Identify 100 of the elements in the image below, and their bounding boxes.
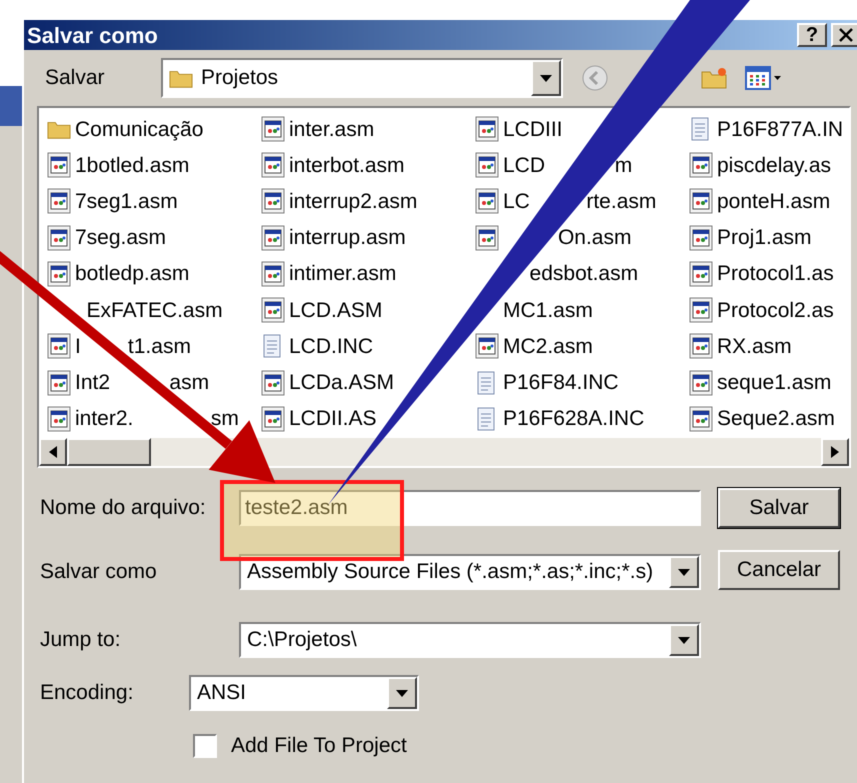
right-arrow-icon	[831, 446, 839, 458]
file-name[interactable]: Protocol1.as	[717, 263, 834, 284]
program-file-icon	[689, 333, 713, 360]
dropdown-button[interactable]	[387, 677, 417, 709]
window-title: Salvar como	[27, 22, 159, 50]
file-name[interactable]: edsbot.asm	[530, 263, 638, 284]
program-file-icon	[47, 406, 71, 432]
program-file-icon	[689, 260, 713, 287]
program-file-icon	[261, 152, 285, 178]
file-name[interactable]: LCD	[503, 154, 546, 176]
caret-icon	[540, 74, 552, 82]
file-name-field[interactable]: teste2.asm	[239, 490, 701, 526]
file-name-label: Nome do arquivo:	[40, 495, 207, 522]
scroll-right-button[interactable]	[821, 438, 849, 466]
save-type-label: Salvar como	[40, 559, 158, 586]
checkbox-label: Add File To Project	[231, 733, 407, 759]
file-name[interactable]: piscdelay.as	[717, 154, 832, 176]
file-name[interactable]: P16F628A.INC	[503, 408, 644, 430]
caret-icon	[678, 568, 690, 576]
program-file-icon	[261, 406, 285, 432]
file-name[interactable]: 7seg1.asm	[75, 190, 178, 212]
file-name[interactable]: t1.asm	[128, 336, 191, 357]
dialog-button[interactable]: Salvar	[718, 488, 840, 528]
file-name[interactable]: 7seg.asm	[75, 227, 166, 248]
file-name[interactable]: Protocol2.as	[717, 300, 834, 321]
file-name[interactable]: interrup2.asm	[289, 190, 418, 212]
program-file-icon	[47, 152, 71, 178]
file-name[interactable]: P16F877A.IN	[717, 118, 844, 140]
file-name[interactable]: Seque2.asm	[717, 408, 835, 430]
close-icon	[839, 28, 853, 42]
file-name[interactable]: interrup.asm	[289, 227, 406, 248]
file-name[interactable]: inter2.	[75, 408, 134, 430]
dialog-button[interactable]: Cancelar	[718, 550, 840, 590]
file-name[interactable]: botledp.asm	[75, 263, 190, 284]
file-name[interactable]: LCDIII	[503, 118, 563, 140]
program-file-icon	[475, 116, 499, 142]
save-type-dropdown[interactable]: Assembly Source Files (*.asm;*.as;*.inc;*.s)	[239, 554, 701, 590]
file-name[interactable]: LCDII.AS	[289, 408, 377, 430]
scroll-thumb[interactable]	[67, 438, 151, 466]
program-file-icon	[47, 333, 71, 360]
dropdown-button[interactable]	[531, 60, 561, 96]
file-name[interactable]: MC2.asm	[503, 336, 593, 357]
location-dropdown[interactable]: Projetos	[161, 58, 563, 98]
file-name[interactable]: 1botled.asm	[75, 154, 190, 176]
close-button[interactable]	[831, 23, 857, 47]
program-file-icon	[261, 224, 285, 251]
encoding-label: Encoding:	[40, 680, 134, 706]
jump-to-dropdown[interactable]: C:\Projetos\	[239, 622, 701, 658]
dropdown-button[interactable]	[669, 624, 699, 656]
help-button[interactable]: ?	[797, 23, 827, 47]
file-name[interactable]: LC	[503, 190, 530, 212]
file-name[interactable]: seque1.asm	[717, 372, 832, 394]
file-name[interactable]: LCD.ASM	[289, 300, 382, 321]
window-title-bar	[0, 86, 22, 126]
program-file-icon	[47, 370, 71, 396]
file-name[interactable]: RX.asm	[717, 336, 792, 357]
program-file-icon	[689, 370, 713, 396]
file-name[interactable]: Int2	[75, 372, 110, 394]
file-name[interactable]: ExFATEC.asm	[86, 300, 223, 321]
view-menu-icon[interactable]	[744, 64, 782, 92]
program-file-icon	[475, 188, 499, 214]
file-name[interactable]: Comunicação	[75, 118, 204, 140]
file-name[interactable]: m	[614, 154, 632, 176]
file-name[interactable]: P16F84.INC	[503, 372, 619, 394]
file-name[interactable]: Proj1.asm	[717, 227, 812, 248]
program-file-icon	[689, 152, 713, 178]
program-file-icon	[47, 260, 71, 287]
program-file-icon	[47, 224, 71, 251]
file-name[interactable]: LCDa.ASM	[289, 372, 394, 394]
program-file-icon	[689, 188, 713, 214]
program-file-icon	[261, 260, 285, 287]
left-arrow-icon	[49, 446, 57, 458]
file-name[interactable]: ponteH.asm	[717, 190, 830, 212]
file-name[interactable]: inter.asm	[289, 118, 374, 140]
program-file-icon	[475, 152, 499, 178]
location-label: Salvar	[45, 65, 106, 92]
file-name[interactable]: intimer.asm	[289, 263, 396, 284]
location-value: Projetos	[200, 65, 280, 92]
checkbox[interactable]	[193, 734, 217, 758]
caret-icon	[678, 636, 690, 644]
horizontal-scrollbar[interactable]	[39, 438, 849, 466]
file-name[interactable]: rte.asm	[586, 190, 656, 212]
file-name[interactable]: sm	[210, 408, 239, 430]
program-file-icon	[261, 116, 285, 142]
encoding-dropdown[interactable]: ANSI	[189, 675, 419, 711]
dropdown-button[interactable]	[669, 556, 699, 588]
file-name[interactable]: I	[75, 336, 81, 357]
scroll-left-button[interactable]	[39, 438, 67, 466]
file-name[interactable]: asm	[169, 372, 210, 394]
caret-icon	[396, 690, 408, 696]
program-file-icon	[475, 333, 499, 360]
program-file-icon	[261, 370, 285, 396]
file-name[interactable]: On.asm	[558, 227, 632, 248]
file-name[interactable]: interbot.asm	[289, 154, 405, 176]
file-name[interactable]: LCD.INC	[289, 336, 374, 357]
file-name[interactable]: MC1.asm	[503, 300, 593, 321]
program-file-icon	[47, 188, 71, 214]
program-file-icon	[689, 406, 713, 432]
program-file-icon	[261, 297, 285, 324]
program-file-icon	[261, 188, 285, 214]
